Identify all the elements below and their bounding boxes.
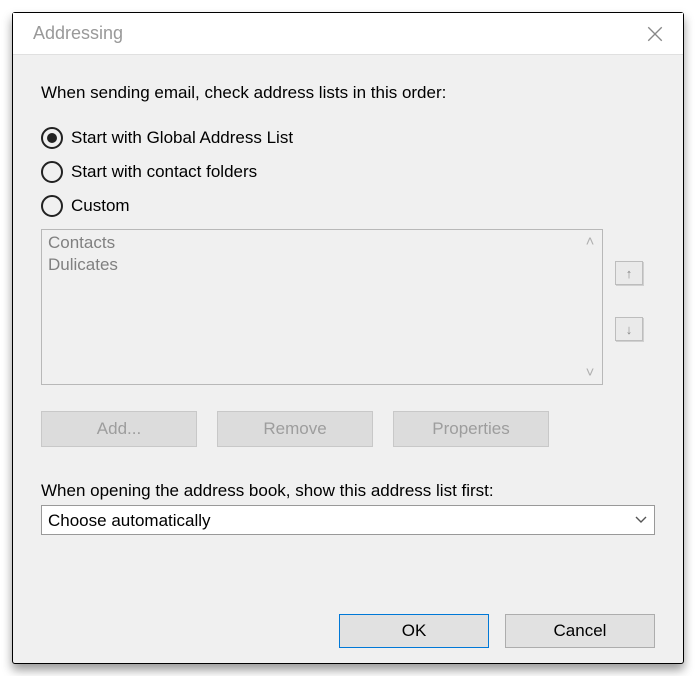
ok-button[interactable]: OK: [339, 614, 489, 648]
radio-label: Custom: [71, 196, 130, 216]
add-button[interactable]: Add...: [41, 411, 197, 447]
default-list-label: When opening the address book, show this…: [41, 481, 655, 501]
listbox-scrollbar[interactable]: ˄ ˅: [578, 230, 602, 384]
chevron-down-icon: [634, 510, 648, 530]
list-action-row: Add... Remove Properties: [41, 411, 655, 447]
addressing-dialog: Addressing When sending email, check add…: [12, 12, 684, 664]
move-up-button[interactable]: ↑: [615, 261, 643, 285]
properties-button[interactable]: Properties: [393, 411, 549, 447]
cancel-button[interactable]: Cancel: [505, 614, 655, 648]
check-order-label: When sending email, check address lists …: [41, 83, 655, 103]
arrow-up-icon: ↑: [626, 266, 633, 281]
window-title: Addressing: [33, 23, 123, 44]
order-radio-group: Start with Global Address List Start wit…: [41, 127, 655, 217]
radio-custom[interactable]: Custom: [41, 195, 655, 217]
remove-button[interactable]: Remove: [217, 411, 373, 447]
scroll-up-icon[interactable]: ˄: [586, 234, 595, 249]
listbox-items: Contacts Dulicates: [42, 230, 578, 384]
radio-label: Start with contact folders: [71, 162, 257, 182]
list-item[interactable]: Dulicates: [48, 254, 572, 276]
close-icon: [646, 25, 664, 43]
dialog-button-row: OK Cancel: [13, 599, 683, 663]
default-list-dropdown[interactable]: Choose automatically: [41, 505, 655, 535]
radio-start-global[interactable]: Start with Global Address List: [41, 127, 655, 149]
arrow-down-icon: ↓: [626, 322, 633, 337]
radio-label: Start with Global Address List: [71, 128, 293, 148]
move-down-button[interactable]: ↓: [615, 317, 643, 341]
titlebar: Addressing: [13, 13, 683, 55]
radio-icon: [41, 161, 63, 183]
dropdown-value: Choose automatically: [48, 512, 211, 529]
close-button[interactable]: [641, 20, 669, 48]
move-buttons: ↑ ↓: [615, 229, 655, 385]
radio-start-contact-folders[interactable]: Start with contact folders: [41, 161, 655, 183]
dialog-content: When sending email, check address lists …: [13, 55, 683, 599]
radio-icon: [41, 127, 63, 149]
radio-icon: [41, 195, 63, 217]
scroll-down-icon[interactable]: ˅: [586, 365, 595, 380]
address-list-row: Contacts Dulicates ˄ ˅ ↑ ↓: [41, 229, 655, 385]
list-item[interactable]: Contacts: [48, 232, 572, 254]
address-listbox[interactable]: Contacts Dulicates ˄ ˅: [41, 229, 603, 385]
